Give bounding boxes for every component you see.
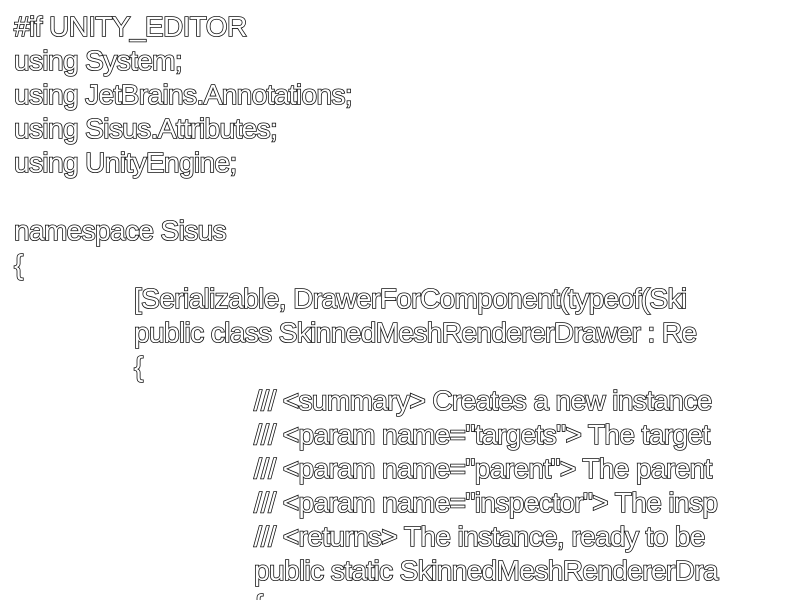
code-line-3: using JetBrains.Annotations; xyxy=(13,78,353,111)
code-line-2: using System; xyxy=(13,44,183,77)
code-line-11: { xyxy=(133,350,144,383)
code-line-5: using UnityEngine; xyxy=(13,146,238,179)
code-line-9: [Serializable, DrawerForComponent(typeof… xyxy=(133,282,688,315)
code-line-1: #if UNITY_EDITOR xyxy=(13,10,248,43)
code-line-14: /// <param name="parent"> The parent xyxy=(253,452,713,485)
code-line-13: /// <param name="targets"> The target xyxy=(253,418,711,451)
code-line-18: { xyxy=(253,588,264,600)
code-line-4: using Sisus.Attributes; xyxy=(13,112,278,145)
code-line-17: public static SkinnedMeshRendererDra xyxy=(253,554,719,587)
code-line-10: public class SkinnedMeshRendererDrawer :… xyxy=(133,316,698,349)
code-line-7: namespace Sisus xyxy=(13,214,227,247)
code-line-8: { xyxy=(13,248,24,281)
code-line-15: /// <param name="inspector"> The insp xyxy=(253,486,719,519)
code-line-16: /// <returns> The instance, ready to be xyxy=(253,520,706,553)
code-line-12: /// <summary> Creates a new instance xyxy=(253,384,713,417)
code-editor-view[interactable]: #if UNITY_EDITOR using System; using Jet… xyxy=(0,0,800,600)
